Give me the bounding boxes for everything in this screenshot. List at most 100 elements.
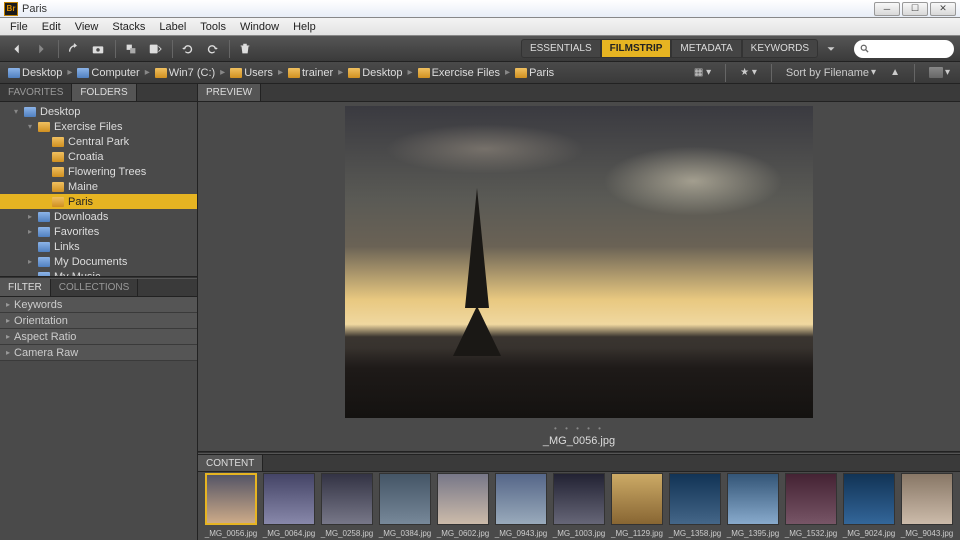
tree-item-label: Desktop bbox=[40, 106, 80, 118]
disclosure-icon: ▸ bbox=[28, 212, 38, 221]
menu-file[interactable]: File bbox=[4, 19, 34, 35]
filter-orientation[interactable]: ▸Orientation bbox=[0, 313, 197, 329]
tree-item-paris[interactable]: Paris bbox=[0, 194, 197, 209]
rotate-ccw-icon[interactable] bbox=[177, 39, 199, 59]
maximize-button[interactable]: ☐ bbox=[902, 2, 928, 16]
thumbnail[interactable]: _MG_1395.jpg bbox=[726, 473, 780, 538]
menu-edit[interactable]: Edit bbox=[36, 19, 67, 35]
path-bar: Desktop▸Computer▸Win7 (C:)▸Users▸trainer… bbox=[0, 62, 960, 84]
tab-folders[interactable]: FOLDERS bbox=[72, 84, 136, 101]
tab-content[interactable]: CONTENT bbox=[198, 455, 263, 471]
breadcrumb-desktop[interactable]: Desktop bbox=[6, 67, 64, 79]
menu-help[interactable]: Help bbox=[287, 19, 322, 35]
folder-icon bbox=[230, 68, 242, 78]
thumbnail-label: _MG_0943.jpg bbox=[494, 529, 548, 538]
thumbnail-label: _MG_1358.jpg bbox=[668, 529, 722, 538]
boomerang-icon[interactable] bbox=[63, 39, 85, 59]
view-grid-icon[interactable]: ▦ ▾ bbox=[690, 65, 715, 80]
thumbnail-label: _MG_0056.jpg bbox=[204, 529, 258, 538]
tree-item-downloads[interactable]: ▸Downloads bbox=[0, 209, 197, 224]
preview-image[interactable] bbox=[345, 106, 813, 418]
refine-icon[interactable] bbox=[120, 39, 142, 59]
sort-direction-icon[interactable]: ▲ bbox=[886, 65, 904, 80]
breadcrumb-label: trainer bbox=[302, 67, 333, 79]
tree-item-exercise-files[interactable]: ▾Exercise Files bbox=[0, 119, 197, 134]
breadcrumb-exercise-files[interactable]: Exercise Files bbox=[416, 67, 502, 79]
tree-item-maine[interactable]: Maine bbox=[0, 179, 197, 194]
thumbnail[interactable]: _MG_9024.jpg bbox=[842, 473, 896, 538]
workspace-essentials[interactable]: ESSENTIALS bbox=[521, 39, 601, 58]
disclosure-icon: ▸ bbox=[6, 300, 10, 309]
filter-label: Aspect Ratio bbox=[14, 331, 76, 343]
thumbnail[interactable]: _MG_1358.jpg bbox=[668, 473, 722, 538]
thumbnail[interactable]: _MG_1532.jpg bbox=[784, 473, 838, 538]
folders-panel-tabs: FAVORITESFOLDERS bbox=[0, 84, 197, 102]
thumbnail[interactable]: _MG_1003.jpg bbox=[552, 473, 606, 538]
filter-star-icon[interactable]: ★ ▾ bbox=[736, 65, 761, 80]
breadcrumb-desktop[interactable]: Desktop bbox=[346, 67, 404, 79]
new-folder-icon[interactable]: ▾ bbox=[925, 65, 954, 80]
filter-panel-tabs: FILTERCOLLECTIONS bbox=[0, 279, 197, 297]
minimize-button[interactable]: ─ bbox=[874, 2, 900, 16]
thumbnail[interactable]: _MG_0384.jpg bbox=[378, 473, 432, 538]
thumbnail-image bbox=[321, 473, 373, 525]
thumbnail-image bbox=[205, 473, 257, 525]
search-input[interactable] bbox=[854, 40, 954, 58]
tree-item-label: Croatia bbox=[68, 151, 103, 163]
breadcrumb-trainer[interactable]: trainer bbox=[286, 67, 335, 79]
tree-item-desktop[interactable]: ▾ Desktop bbox=[0, 104, 197, 119]
workspace-filmstrip[interactable]: FILMSTRIP bbox=[601, 39, 672, 58]
tree-item-central-park[interactable]: Central Park bbox=[0, 134, 197, 149]
sort-menu[interactable]: Sort by Filename ▾ bbox=[782, 65, 880, 81]
open-app-icon[interactable] bbox=[144, 39, 166, 59]
thumbnail[interactable]: _MG_0602.jpg bbox=[436, 473, 490, 538]
breadcrumb-win7-c-[interactable]: Win7 (C:) bbox=[153, 67, 217, 79]
menu-window[interactable]: Window bbox=[234, 19, 285, 35]
thumbnail[interactable]: _MG_0056.jpg bbox=[204, 473, 258, 538]
window-title: Paris bbox=[22, 3, 47, 15]
close-button[interactable]: ✕ bbox=[930, 2, 956, 16]
tab-favorites[interactable]: FAVORITES bbox=[0, 84, 72, 101]
forward-button[interactable] bbox=[30, 39, 52, 59]
thumbnail-image bbox=[495, 473, 547, 525]
camera-download-icon[interactable] bbox=[87, 39, 109, 59]
menu-tools[interactable]: Tools bbox=[194, 19, 232, 35]
tab-collections[interactable]: COLLECTIONS bbox=[51, 279, 139, 296]
menu-label[interactable]: Label bbox=[153, 19, 192, 35]
tree-item-label: Flowering Trees bbox=[68, 166, 146, 178]
back-button[interactable] bbox=[6, 39, 28, 59]
tab-preview[interactable]: PREVIEW bbox=[198, 84, 261, 101]
menu-view[interactable]: View bbox=[69, 19, 105, 35]
thumbnail[interactable]: _MG_0064.jpg bbox=[262, 473, 316, 538]
folder-icon bbox=[24, 107, 36, 117]
tab-filter[interactable]: FILTER bbox=[0, 279, 51, 296]
sort-label: Sort by Filename bbox=[786, 67, 869, 79]
tree-item-my-music[interactable]: My Music bbox=[0, 269, 197, 276]
thumbnail[interactable]: _MG_0943.jpg bbox=[494, 473, 548, 538]
tree-item-flowering-trees[interactable]: Flowering Trees bbox=[0, 164, 197, 179]
toolbar: ESSENTIALSFILMSTRIPMETADATAKEYWORDS bbox=[0, 36, 960, 62]
breadcrumb-computer[interactable]: Computer bbox=[75, 67, 141, 79]
filter-camera-raw[interactable]: ▸Camera Raw bbox=[0, 345, 197, 361]
breadcrumb-users[interactable]: Users bbox=[228, 67, 275, 79]
workspace-metadata[interactable]: METADATA bbox=[671, 39, 741, 58]
menu-stacks[interactable]: Stacks bbox=[106, 19, 151, 35]
tree-item-favorites[interactable]: ▸Favorites bbox=[0, 224, 197, 239]
disclosure-icon: ▸ bbox=[6, 332, 10, 341]
filter-keywords[interactable]: ▸Keywords bbox=[0, 297, 197, 313]
folder-tree: ▾ Desktop▾Exercise FilesCentral Park Croat… bbox=[0, 102, 197, 276]
workspace-menu-icon[interactable] bbox=[820, 39, 842, 59]
tree-item-croatia[interactable]: Croatia bbox=[0, 149, 197, 164]
thumbnail-image bbox=[379, 473, 431, 525]
disclosure-icon: ▾ bbox=[14, 107, 24, 116]
filter-aspect-ratio[interactable]: ▸ Aspect Ratio bbox=[0, 329, 197, 345]
workspace-keywords[interactable]: KEYWORDS bbox=[742, 39, 818, 58]
tree-item-my-documents[interactable]: ▸My Documents bbox=[0, 254, 197, 269]
tree-item-links[interactable]: Links bbox=[0, 239, 197, 254]
thumbnail[interactable]: _MG_1129.jpg bbox=[610, 473, 664, 538]
thumbnail[interactable]: _MG_0258.jpg bbox=[320, 473, 374, 538]
trash-icon[interactable] bbox=[234, 39, 256, 59]
thumbnail[interactable]: _MG_9043.jpg bbox=[900, 473, 954, 538]
rotate-cw-icon[interactable] bbox=[201, 39, 223, 59]
breadcrumb-paris[interactable]: Paris bbox=[513, 67, 556, 79]
